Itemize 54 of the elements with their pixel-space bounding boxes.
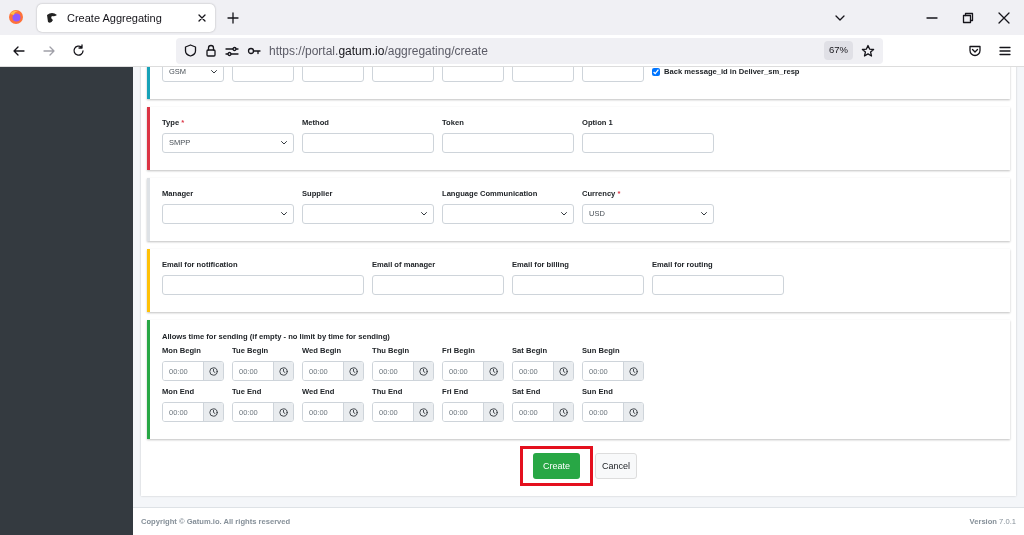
clock-icon — [209, 366, 218, 376]
clock-icon — [489, 407, 498, 417]
clock-icon — [419, 366, 428, 376]
caret-icon — [281, 141, 287, 145]
tab-title: Create Aggregating — [67, 10, 163, 26]
clock-icon — [629, 407, 638, 417]
lock-icon[interactable] — [205, 44, 217, 57]
input-field[interactable] — [302, 133, 434, 153]
restore-icon[interactable] — [962, 12, 974, 24]
input-field[interactable] — [302, 67, 364, 82]
clock-icon — [349, 366, 358, 376]
clock-icon — [209, 407, 218, 417]
pocket-icon[interactable] — [968, 43, 982, 58]
caret-icon — [211, 70, 217, 74]
select-field[interactable] — [162, 204, 294, 224]
clock-icon — [559, 407, 568, 417]
clock-icon — [419, 407, 428, 417]
close-icon[interactable] — [998, 12, 1010, 24]
zoom-level[interactable]: 67% — [824, 41, 853, 60]
select-field[interactable] — [302, 204, 434, 224]
browser-logo-icon — [8, 9, 24, 25]
reload-icon[interactable] — [72, 43, 86, 58]
url-text[interactable]: https://portal.gatum.io/aggregating/create — [269, 41, 816, 60]
caret-icon — [281, 212, 287, 216]
input-field[interactable] — [442, 67, 504, 82]
input-field[interactable] — [582, 67, 644, 82]
input-field[interactable] — [372, 67, 434, 82]
clock-icon — [629, 366, 638, 376]
checkbox[interactable] — [652, 68, 660, 76]
input-field[interactable] — [652, 275, 784, 295]
cancel-button[interactable]: Cancel — [595, 453, 637, 480]
browser-tab[interactable]: Create Aggregating — [37, 4, 215, 32]
star-icon[interactable] — [861, 43, 875, 58]
clock-icon — [349, 407, 358, 417]
input-field[interactable] — [442, 133, 574, 153]
caret-icon — [421, 212, 427, 216]
clock-icon — [489, 366, 498, 376]
new-tab-icon[interactable] — [227, 12, 239, 24]
clock-icon — [279, 366, 288, 376]
caret-icon — [701, 212, 707, 216]
input-field[interactable] — [512, 67, 574, 82]
caret-icon — [561, 212, 567, 216]
input-field[interactable] — [582, 133, 714, 153]
sliders-icon[interactable] — [225, 44, 239, 57]
input-field[interactable] — [512, 275, 644, 295]
site-logo-icon — [45, 11, 59, 25]
input-field[interactable] — [372, 275, 504, 295]
shield-icon[interactable] — [184, 44, 197, 57]
input-field[interactable] — [232, 67, 294, 82]
clock-icon — [559, 366, 568, 376]
select-field[interactable] — [442, 204, 574, 224]
close-icon[interactable] — [197, 13, 207, 23]
input-field[interactable] — [162, 275, 364, 295]
clock-icon — [279, 407, 288, 417]
